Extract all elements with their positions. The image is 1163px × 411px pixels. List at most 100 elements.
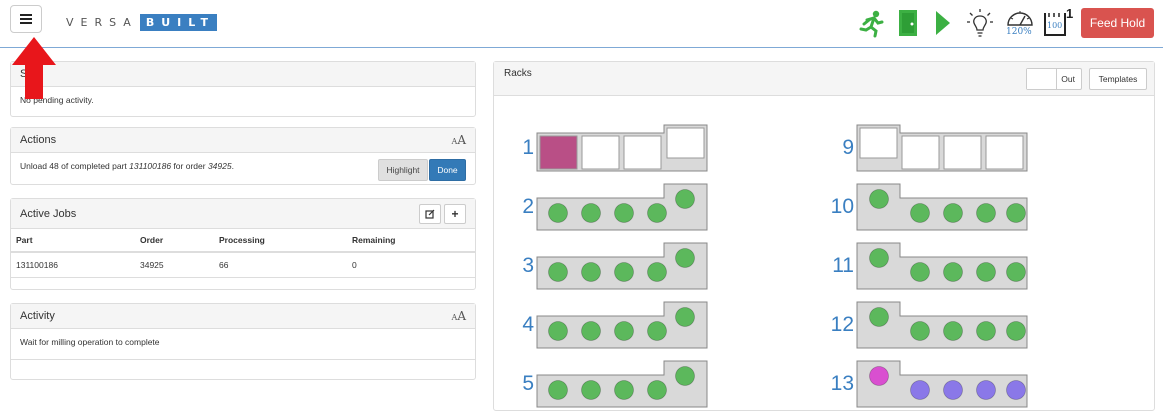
part-green-dot[interactable] [647,262,667,282]
out-toggle[interactable]: Out [1026,68,1082,90]
play-icon[interactable] [933,8,953,38]
font-size-control[interactable]: AA [452,133,466,147]
rack-slot-filled[interactable] [539,135,578,170]
part-purple-dot[interactable] [943,380,963,400]
part-green-dot[interactable] [647,321,667,341]
activity-panel-header: Activity AA [11,304,475,329]
rack-slot-empty[interactable] [666,127,705,159]
rack-number-4: 4 [522,313,534,336]
part-green-dot[interactable] [910,262,930,282]
part-green-dot[interactable] [869,189,889,209]
speed-override[interactable]: 120% [1003,6,1037,40]
part-green-dot[interactable] [581,203,601,223]
rack-slot-empty[interactable] [985,135,1024,170]
part-green-dot[interactable] [675,248,695,268]
rack-number-3: 3 [522,254,534,277]
rack-1[interactable] [536,124,708,172]
part-purple-dot[interactable] [910,380,930,400]
part-green-dot[interactable] [647,203,667,223]
part-green-dot[interactable] [1006,203,1026,223]
rack-slot-empty[interactable] [859,127,898,159]
feed-hold-button[interactable]: Feed Hold [1081,8,1154,38]
rack-3[interactable] [536,242,708,290]
part-green-dot[interactable] [943,262,963,282]
actions-panel-title: Actions [20,134,57,146]
part-green-dot[interactable] [548,262,568,282]
running-person-icon[interactable] [857,8,885,38]
active-jobs-header: Active Jobs + [11,199,475,229]
part-green-dot[interactable] [943,203,963,223]
rack-5[interactable] [536,360,708,408]
toggle-knob [1027,69,1057,89]
add-job-button[interactable]: + [444,203,466,224]
counter-superscript: 1 [1066,6,1074,21]
part-green-dot[interactable] [675,189,695,209]
part-magenta-dot[interactable] [869,366,889,386]
done-button[interactable]: Done [429,159,466,181]
part-purple-dot[interactable] [976,380,996,400]
part-green-dot[interactable] [1006,262,1026,282]
part-green-dot[interactable] [943,321,963,341]
rack-9[interactable] [856,124,1028,172]
part-green-dot[interactable] [548,380,568,400]
red-arrow-annotation [12,37,56,99]
rack-13[interactable] [856,360,1028,408]
rack-11[interactable] [856,242,1028,290]
part-purple-dot[interactable] [1006,380,1026,400]
activity-panel-title: Activity [20,310,55,322]
action-text-suffix: . [231,161,234,171]
rack-4[interactable] [536,301,708,349]
column-header-processing: Processing [214,229,347,253]
out-toggle-label: Out [1061,74,1075,84]
rack-slot-empty[interactable] [581,135,620,170]
lightbulb-icon[interactable] [966,8,994,38]
part-green-dot[interactable] [869,307,889,327]
rack-slot-empty[interactable] [901,135,940,170]
versabuilt-logo: VERSA BUILT [66,13,217,31]
part-green-dot[interactable] [614,321,634,341]
part-green-dot[interactable] [869,248,889,268]
templates-button[interactable]: Templates [1089,68,1147,90]
highlight-button[interactable]: Highlight [378,159,428,181]
table-row[interactable]: 131100186 34925 66 0 [11,252,475,278]
part-green-dot[interactable] [675,366,695,386]
part-green-dot[interactable] [647,380,667,400]
rack-12[interactable] [856,301,1028,349]
part-green-dot[interactable] [614,262,634,282]
part-green-dot[interactable] [614,380,634,400]
part-green-dot[interactable] [675,307,695,327]
actions-panel: Actions AA Unload 48 of completed part 1… [10,127,476,185]
part-green-dot[interactable] [581,380,601,400]
cell-part: 131100186 [11,252,135,278]
part-green-dot[interactable] [581,321,601,341]
part-green-dot[interactable] [910,321,930,341]
racks-panel-title: Racks [504,68,532,79]
status-panel-body: No pending activity. [20,95,94,105]
rack-slot-empty[interactable] [623,135,662,170]
rack-number-13: 13 [830,372,854,395]
table-header-row: Part Order Processing Remaining [11,229,475,253]
activity-panel: Activity AA Wait for milling operation t… [10,303,476,380]
font-large-icon[interactable]: A [457,133,466,147]
part-green-dot[interactable] [614,203,634,223]
part-green-dot[interactable] [1006,321,1026,341]
door-icon[interactable] [897,8,919,38]
rack-slot-empty[interactable] [943,135,982,170]
rack-number-1: 1 [522,136,534,159]
part-counter[interactable]: 100 1 [1043,6,1074,37]
font-large-icon[interactable]: A [457,309,466,323]
part-green-dot[interactable] [548,203,568,223]
part-green-dot[interactable] [976,203,996,223]
part-green-dot[interactable] [548,321,568,341]
rack-10[interactable] [856,183,1028,231]
rack-2[interactable] [536,183,708,231]
part-green-dot[interactable] [976,321,996,341]
logo-text-built: BUILT [139,13,217,31]
font-size-control[interactable]: AA [452,309,466,323]
counter-value: 100 [1047,21,1063,30]
part-green-dot[interactable] [910,203,930,223]
part-green-dot[interactable] [976,262,996,282]
edit-job-button[interactable] [419,203,441,224]
part-green-dot[interactable] [581,262,601,282]
menu-button[interactable] [10,5,42,33]
